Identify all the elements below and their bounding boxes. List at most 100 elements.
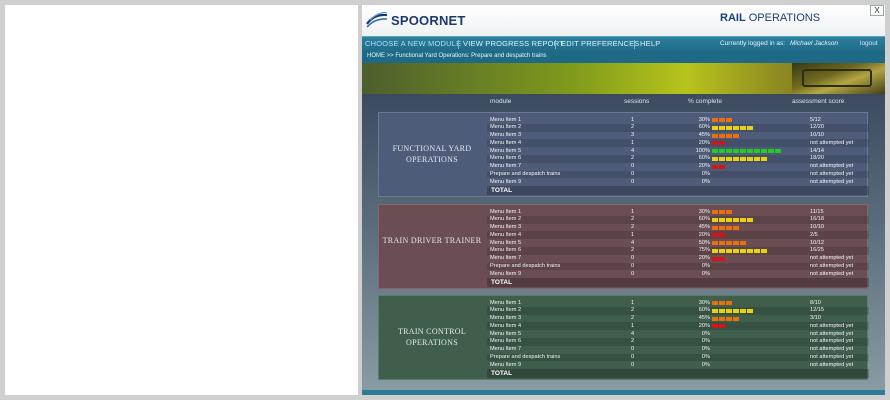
sessions-count: 2 bbox=[631, 247, 635, 254]
module-row[interactable]: Menu Item 9 0 0% not attempted yet bbox=[487, 270, 869, 278]
progress-bar bbox=[712, 301, 732, 305]
progress-segment bbox=[719, 233, 725, 238]
module-name: Prepare and despatch trains bbox=[490, 171, 561, 178]
module-row[interactable]: Menu Item 6 2 75% 16/25 bbox=[487, 246, 869, 255]
module-row[interactable]: Menu Item 7 0 0% not attempted yet bbox=[487, 346, 869, 354]
percent-complete: 0% bbox=[701, 361, 710, 368]
close-button[interactable]: X bbox=[870, 5, 884, 16]
column-header-module: module bbox=[490, 98, 512, 105]
progress-segment bbox=[719, 248, 725, 253]
progress-segment bbox=[719, 225, 725, 230]
progress-segment bbox=[733, 225, 739, 230]
assessment-score: 11/15 bbox=[810, 208, 824, 215]
module-row[interactable]: Menu Item 3 2 45% 10/10 bbox=[487, 224, 869, 232]
module-row[interactable]: Menu Item 2 2 60% 12/15 bbox=[487, 306, 869, 315]
percent-complete: 30% bbox=[698, 116, 710, 123]
progress-segment bbox=[747, 308, 753, 313]
percent-complete: 60% bbox=[698, 216, 710, 223]
assessment-score: not attempted yet bbox=[810, 171, 854, 178]
assessment-score: 16/25 bbox=[810, 247, 824, 254]
module-name: Menu Item 7 bbox=[490, 163, 522, 170]
progress-segment bbox=[712, 217, 718, 222]
module-row[interactable]: Prepare and despatch trains 0 0% not attemp… bbox=[487, 262, 869, 271]
progress-segment bbox=[719, 324, 725, 329]
progress-segment bbox=[719, 141, 725, 146]
assessment-score: 14/14 bbox=[810, 147, 824, 154]
progress-segment bbox=[733, 308, 739, 313]
progress-segment bbox=[719, 210, 725, 214]
progress-segment bbox=[726, 225, 732, 230]
module-row[interactable]: Menu Item 4 1 20% not attempted yet bbox=[487, 322, 869, 331]
module-row[interactable]: Prepare and despatch trains 0 0% not attemp… bbox=[487, 353, 869, 362]
module-row[interactable]: Menu Item 6 2 60% 18/20 bbox=[487, 154, 869, 163]
app-title: RAIL OPERATIONS bbox=[720, 12, 821, 24]
percent-complete: 45% bbox=[698, 224, 710, 231]
footer-strip bbox=[362, 390, 885, 395]
nav-view-progress[interactable]: VIEW PROGRESS REPORT bbox=[463, 39, 564, 48]
total-row: TOTAL bbox=[487, 186, 869, 196]
module-row[interactable]: Menu Item 1 1 30% 11/15 bbox=[487, 208, 869, 216]
train-banner-image bbox=[362, 63, 885, 94]
section-title-line-1: FUNCTIONAL YARD bbox=[392, 144, 472, 153]
progress-segment bbox=[726, 210, 732, 214]
assessment-score: 2/5 bbox=[810, 231, 818, 238]
progress-segment bbox=[712, 316, 718, 321]
progress-segment bbox=[733, 125, 739, 130]
module-row[interactable]: Menu Item 5 4 100% 14/14 bbox=[487, 147, 869, 155]
progress-bar bbox=[712, 248, 767, 253]
module-name: Menu Item 5 bbox=[490, 239, 522, 246]
module-row[interactable]: Menu Item 2 2 60% 16/18 bbox=[487, 215, 869, 224]
nav-choose-module[interactable]: CHOOSE A NEW MODULE bbox=[365, 39, 461, 48]
progress-bar bbox=[712, 316, 739, 321]
sessions-count: 0 bbox=[631, 255, 635, 262]
module-name: Menu Item 9 bbox=[490, 178, 522, 185]
module-row[interactable]: Menu Item 9 0 0% not attempted yet bbox=[487, 178, 869, 186]
progress-segment bbox=[740, 149, 746, 154]
module-row[interactable]: Menu Item 6 2 0% not attempted yet bbox=[487, 337, 869, 346]
module-row[interactable]: Menu Item 1 1 30% 8/10 bbox=[487, 299, 869, 307]
nav-edit-preferences[interactable]: EDIT PREFERENCES bbox=[561, 39, 640, 48]
module-row[interactable]: Prepare and despatch trains 0 0% not attemp… bbox=[487, 170, 869, 179]
module-row[interactable]: Menu Item 4 1 20% 2/5 bbox=[487, 231, 869, 240]
progress-segment bbox=[726, 301, 732, 305]
module-row[interactable]: Menu Item 9 0 0% not attempted yet bbox=[487, 361, 869, 369]
module-row[interactable]: Menu Item 2 2 60% 12/20 bbox=[487, 123, 869, 132]
section-title-line-2: OPERATIONS bbox=[406, 338, 458, 347]
assessment-score: 12/15 bbox=[810, 307, 824, 314]
module-row[interactable]: Menu Item 5 4 0% not attempted yet bbox=[487, 330, 869, 338]
percent-complete: 0% bbox=[701, 354, 710, 361]
module-row[interactable]: Menu Item 4 1 20% not attempted yet bbox=[487, 139, 869, 148]
breadcrumb[interactable]: HOME >> Functional Yard Operations: Prep… bbox=[367, 53, 547, 59]
total-label: TOTAL bbox=[491, 187, 513, 195]
breadcrumb-bar: HOME >> Functional Yard Operations: Prep… bbox=[362, 52, 885, 63]
module-row[interactable]: Menu Item 7 0 20% not attempted yet bbox=[487, 163, 869, 171]
sessions-count: 0 bbox=[631, 263, 635, 270]
sessions-count: 4 bbox=[631, 239, 635, 246]
module-row[interactable]: Menu Item 3 2 45% 3/10 bbox=[487, 315, 869, 323]
sessions-count: 0 bbox=[631, 354, 635, 361]
module-name: Menu Item 9 bbox=[490, 361, 522, 368]
progress-segment bbox=[754, 149, 760, 154]
nav-help[interactable]: HELP bbox=[640, 39, 660, 48]
module-name: Menu Item 5 bbox=[490, 147, 522, 154]
progress-segment bbox=[719, 217, 725, 222]
progress-segment bbox=[712, 164, 718, 169]
progress-segment bbox=[747, 149, 753, 154]
progress-segment bbox=[719, 133, 725, 138]
module-row[interactable]: Menu Item 3 3 45% 10/10 bbox=[487, 132, 869, 140]
progress-bar bbox=[712, 156, 767, 161]
progress-segment bbox=[733, 248, 739, 253]
logout-link[interactable]: logout bbox=[860, 40, 878, 47]
module-name: Menu Item 7 bbox=[490, 255, 522, 262]
module-row[interactable]: Menu Item 5 4 50% 10/12 bbox=[487, 239, 869, 247]
module-name: Menu Item 1 bbox=[490, 299, 522, 306]
assessment-score: 16/18 bbox=[810, 216, 824, 223]
assessment-score: not attempted yet bbox=[810, 263, 854, 270]
module-row[interactable]: Menu Item 1 1 30% 5/12 bbox=[487, 116, 869, 124]
percent-complete: 30% bbox=[698, 299, 710, 306]
assessment-score: 12/20 bbox=[810, 124, 824, 131]
module-name: Menu Item 2 bbox=[490, 216, 522, 223]
module-row[interactable]: Menu Item 7 0 20% not attempted yet bbox=[487, 255, 869, 263]
percent-complete: 20% bbox=[698, 231, 710, 238]
progress-segment bbox=[712, 248, 718, 253]
